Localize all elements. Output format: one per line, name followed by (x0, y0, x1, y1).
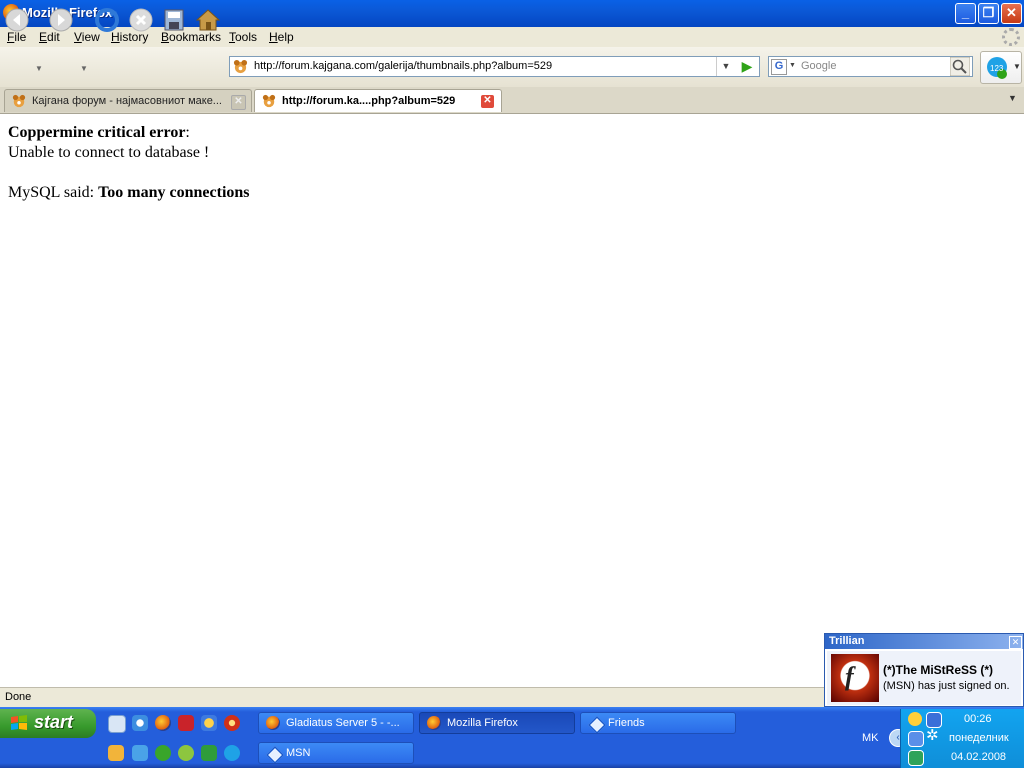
taskbar-button-friends[interactable]: Friends (580, 712, 736, 734)
error-title: Coppermine critical error (8, 124, 186, 141)
firefox-icon (266, 716, 280, 730)
tab-label: Кајгана форум - најмасовниот маке... (32, 95, 222, 107)
taskbar-button-label: MSN (286, 747, 311, 759)
menu-bookmarks[interactable]: Bookmarks (161, 30, 221, 44)
page-content: Coppermine critical error: Unable to con… (0, 114, 1024, 687)
error-message: Unable to connect to database ! (8, 144, 210, 161)
taskbar-button-firefox[interactable]: Mozilla Firefox (419, 712, 575, 734)
error-heading: Coppermine critical error: (8, 124, 190, 142)
menu-bar: File Edit View History Bookmarks Tools H… (0, 27, 1024, 48)
menu-history[interactable]: History (111, 30, 148, 44)
site-favicon-icon (262, 94, 276, 108)
close-icon[interactable]: ✕ (1009, 636, 1022, 649)
trillian-icon (266, 746, 284, 763)
google-engine-icon[interactable]: G (771, 59, 787, 75)
start-button[interactable]: start (0, 709, 96, 738)
clock-day[interactable]: понеделник (949, 732, 1009, 744)
trillian-notification[interactable]: Trillian ✕ f (*)The MiStReSS (*) (MSN) h… (824, 633, 1024, 707)
windows-logo-icon (11, 715, 27, 730)
back-history-dropdown[interactable]: ▼ (35, 64, 43, 73)
winamp-icon[interactable] (108, 745, 124, 761)
menu-help[interactable]: Help (269, 30, 294, 44)
search-box[interactable]: G ▼ Google (768, 56, 973, 77)
tab-close-icon[interactable]: ✕ (481, 95, 494, 108)
tab-label: http://forum.ka....php?album=529 (282, 95, 456, 107)
internet-explorer-icon[interactable] (132, 715, 148, 731)
site-favicon-icon (233, 59, 248, 74)
reload-icon[interactable] (95, 8, 119, 32)
trillian-tray-icon[interactable]: ✲ (926, 728, 942, 744)
tab-close-icon[interactable]: ✕ (231, 95, 246, 110)
contact-name: (*)The MiStReSS (*) (883, 663, 994, 677)
taskbar-button-gladiatus[interactable]: Gladiatus Server 5 - -... (258, 712, 414, 734)
firefox-icon[interactable] (155, 715, 171, 731)
menu-tools[interactable]: Tools (229, 30, 257, 44)
taskbar-button-label: Mozilla Firefox (447, 717, 518, 729)
save-page-icon[interactable] (162, 8, 186, 32)
site-favicon-icon (12, 94, 26, 108)
taskbar-button-msn[interactable]: MSN (258, 742, 414, 764)
title-bar[interactable]: Mozilla Firefox _ ❐ ✕ (0, 0, 1024, 27)
url-history-dropdown[interactable]: ▼ (716, 57, 735, 76)
skype-button[interactable]: 123 ▼ (980, 51, 1022, 84)
network-icon[interactable] (908, 731, 924, 747)
flash-logo-icon: f (845, 662, 854, 691)
home-icon[interactable] (196, 8, 220, 32)
show-desktop-icon[interactable] (108, 715, 126, 733)
mysql-error: Too many connections (98, 184, 250, 201)
close-button[interactable]: ✕ (1001, 3, 1022, 24)
contacts-icon[interactable] (132, 745, 148, 761)
stop-icon[interactable] (129, 8, 153, 32)
mysql-prefix: MySQL said: (8, 184, 99, 201)
forward-icon[interactable] (49, 8, 73, 32)
taskbar-button-label: Friends (608, 717, 645, 729)
url-text[interactable]: http://forum.kajgana.com/galerija/thumbn… (254, 60, 552, 72)
signon-message: (MSN) has just signed on. (883, 680, 1010, 692)
trillian-icon (588, 716, 606, 733)
network-icon[interactable] (926, 712, 942, 728)
tab-kajgana-forum[interactable]: Кајгана форум - најмасовниот маке... ✕ (4, 89, 252, 112)
utorrent-icon[interactable] (155, 745, 171, 761)
update-tray-icon[interactable] (908, 750, 924, 766)
status-text: Done (5, 691, 32, 703)
search-engine-dropdown[interactable]: ▼ (789, 62, 796, 69)
skype-icon[interactable] (224, 745, 240, 761)
menu-view[interactable]: View (74, 30, 100, 44)
clock-time[interactable]: 00:26 (964, 713, 992, 725)
msn-messenger-icon[interactable] (201, 715, 217, 731)
trillian-header: Trillian ✕ (825, 634, 1023, 649)
tab-thumbnails[interactable]: http://forum.ka....php?album=529 ✕ (254, 89, 502, 112)
media-player-icon[interactable] (224, 715, 240, 731)
maximize-button[interactable]: ❐ (978, 3, 999, 24)
skype-icon: 123 (987, 57, 1007, 79)
avatar: f (831, 654, 879, 702)
trillian-title: Trillian (829, 635, 865, 647)
start-label: start (34, 712, 74, 732)
throbber-icon (1002, 28, 1020, 46)
taskbar-button-label: Gladiatus Server 5 - -... (286, 717, 400, 729)
back-icon[interactable] (5, 8, 29, 32)
language-indicator[interactable]: MK (862, 732, 879, 744)
opera-icon[interactable] (178, 715, 194, 731)
menu-edit[interactable]: Edit (39, 30, 60, 44)
recycle-icon[interactable] (201, 745, 217, 761)
clock-date[interactable]: 04.02.2008 (951, 751, 1006, 763)
error-colon: : (185, 124, 190, 141)
messenger-tray-icon[interactable] (908, 712, 922, 726)
svg-text:123: 123 (990, 64, 1004, 73)
skype-dropdown[interactable]: ▼ (1013, 62, 1021, 71)
url-bar[interactable]: http://forum.kajgana.com/galerija/thumbn… (229, 56, 760, 77)
trillian-body[interactable]: f (*)The MiStReSS (*) (MSN) has just sig… (827, 651, 1021, 705)
forward-history-dropdown[interactable]: ▼ (80, 64, 88, 73)
minimize-button[interactable]: _ (955, 3, 976, 24)
menu-file[interactable]: File (7, 30, 26, 44)
tab-list-dropdown[interactable]: ▼ (1008, 93, 1017, 103)
search-input[interactable]: Google (801, 60, 836, 72)
go-arrow-icon[interactable]: ▶ (737, 58, 757, 76)
mysql-error-line: MySQL said: Too many connections (8, 184, 250, 202)
firefox-icon (427, 716, 441, 730)
app-launcher-icon[interactable] (178, 745, 194, 761)
search-icon[interactable] (950, 57, 970, 76)
